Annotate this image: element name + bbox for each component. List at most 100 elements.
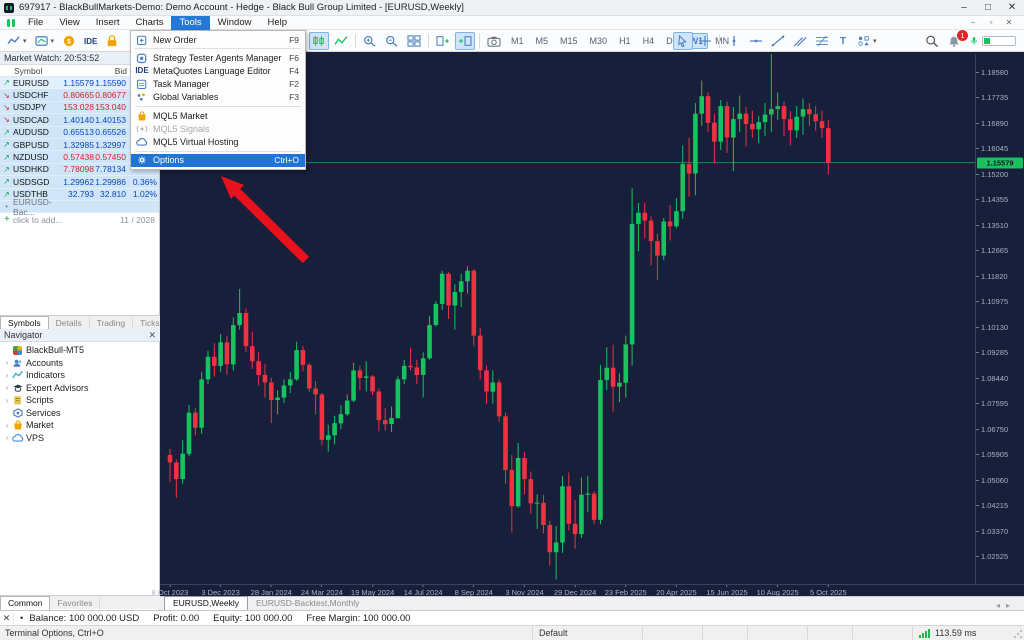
maximize-button[interactable]: □ <box>976 0 1000 16</box>
timeframe-h1[interactable]: H1 <box>614 33 636 49</box>
chart-tab-scroll-arrows[interactable]: ◂▸ <box>996 601 1016 610</box>
coin-button[interactable]: $ <box>59 32 79 50</box>
lock-button[interactable] <box>102 32 122 50</box>
timeframe-h4[interactable]: H4 <box>638 33 660 49</box>
click-to-add[interactable]: click to add... <box>13 215 63 225</box>
expander-icon[interactable]: › <box>3 358 11 367</box>
menu-insert[interactable]: Insert <box>88 16 128 30</box>
navigator-item-blackbull-mt5[interactable]: BlackBull-MT5 <box>0 344 160 357</box>
menu-item-global-variables[interactable]: Global VariablesF3 <box>131 91 305 104</box>
minimize-button[interactable]: – <box>952 0 976 16</box>
expander-icon[interactable]: › <box>3 371 11 380</box>
tab-details[interactable]: Details <box>49 317 90 329</box>
add-symbol-icon[interactable]: + <box>4 214 10 225</box>
line-chart-button[interactable] <box>331 32 351 50</box>
vps-status-button[interactable] <box>966 32 1019 50</box>
time-axis[interactable]: 8 Oct 20233 Dec 202328 Jan 202424 Mar 20… <box>160 584 1024 596</box>
navigator-item-scripts[interactable]: ›Scripts <box>0 394 160 407</box>
menu-window[interactable]: Window <box>210 16 260 30</box>
tab-common[interactable]: Common <box>0 596 50 610</box>
timeframe-m1[interactable]: M1 <box>506 33 529 49</box>
navigator-item-market[interactable]: ›Market <box>0 419 160 432</box>
navigator-item-expert-advisors[interactable]: ›Expert Advisors <box>0 382 160 395</box>
status-cell <box>702 626 747 640</box>
tab-favorites[interactable]: Favorites <box>50 597 100 609</box>
zoom-in-button[interactable] <box>360 32 380 50</box>
connection-status[interactable]: 113.59 ms <box>912 626 1024 640</box>
timeframe-m30[interactable]: M30 <box>585 33 613 49</box>
menu-item-strategy-tester-agents-manager[interactable]: Strategy Tester Agents ManagerF6 <box>131 51 305 64</box>
expander-icon[interactable]: › <box>3 383 11 392</box>
menu-item-new-order[interactable]: New OrderF9 <box>131 33 305 46</box>
bid-value: 1.15579 <box>60 78 94 88</box>
timeframe-m15[interactable]: M15 <box>555 33 583 49</box>
cursor-button[interactable] <box>673 32 693 50</box>
price-tick: 1.18580 <box>976 68 1024 76</box>
column-symbol[interactable]: Symbol <box>0 66 93 76</box>
ask-value: 32.810 <box>94 189 126 199</box>
menu-item-mql5-virtual-hosting[interactable]: MQL5 Virtual Hosting <box>131 135 305 148</box>
horizontal-line-button[interactable] <box>746 32 766 50</box>
chart-tab-eurusd-backtest-monthly[interactable]: EURUSD-Backtest,Monthly <box>248 597 367 610</box>
window-title: 697917 - BlackBullMarkets-Demo: Demo Acc… <box>19 2 464 13</box>
search-button[interactable] <box>922 32 942 50</box>
menu-item-metaquotes-language-editor[interactable]: IDEMetaQuotes Language EditorF4 <box>131 64 305 77</box>
line-chart-icon <box>334 35 348 47</box>
navigator-item-vps[interactable]: ›VPS <box>0 432 160 445</box>
ide-button[interactable]: IDE <box>81 32 100 50</box>
tab-trading[interactable]: Trading <box>90 317 134 329</box>
navigator-close-icon[interactable]: ✕ <box>148 330 156 341</box>
vertical-line-button[interactable] <box>724 32 744 50</box>
candlestick-button[interactable] <box>309 32 329 50</box>
expander-icon[interactable]: › <box>3 433 11 442</box>
column-bid[interactable]: Bid <box>93 66 127 76</box>
menu-view[interactable]: View <box>51 16 87 30</box>
expander-icon[interactable]: › <box>3 396 11 405</box>
navigator-item-indicators[interactable]: ›Indicators <box>0 369 160 382</box>
navigator-item-accounts[interactable]: ›Accounts <box>0 357 160 370</box>
menu-item-mql5-market[interactable]: MQL5 Market <box>131 109 305 122</box>
chart-minimize-button[interactable]: – <box>964 16 982 29</box>
shapes-button[interactable]: ▾ <box>854 32 880 50</box>
trend-down-icon: ↘ <box>0 103 13 112</box>
chart-profile-button[interactable]: ▾ <box>32 32 58 50</box>
status-hint: Terminal Options, Ctrl+O <box>0 628 532 638</box>
crosshair-button[interactable] <box>695 32 715 50</box>
timeframe-m5[interactable]: M5 <box>531 33 554 49</box>
menu-item-task-manager[interactable]: Task ManagerF2 <box>131 78 305 91</box>
chart-restore-button[interactable]: ▫ <box>982 16 1000 29</box>
symbol-label: USDCHF <box>13 90 60 100</box>
menu-help[interactable]: Help <box>259 16 295 30</box>
ask-value: 153.040 <box>94 102 126 112</box>
tile-windows-button[interactable] <box>404 32 424 50</box>
menu-item-options[interactable]: OptionsCtrl+O <box>131 154 305 167</box>
chart-type-button[interactable]: ▾ <box>4 32 30 50</box>
trendline-button[interactable] <box>768 32 788 50</box>
channel-button[interactable] <box>790 32 810 50</box>
chart-tab-eurusd-weekly[interactable]: EURUSD,Weekly <box>164 596 248 610</box>
market-watch-row-usdsgd[interactable]: ↗USDSGD1.299621.299860.36% <box>0 176 159 188</box>
profile-selector[interactable]: Default <box>532 626 642 640</box>
indent-right-button[interactable] <box>433 32 453 50</box>
trend-up-icon: ↗ <box>0 165 13 174</box>
close-button[interactable]: ✕ <box>1000 0 1024 16</box>
chart-close-button[interactable]: ✕ <box>1000 16 1018 29</box>
text-button[interactable]: T <box>834 32 852 50</box>
toolbox-close-icon[interactable]: ✕ <box>0 613 14 624</box>
resize-grip[interactable] <box>1013 629 1023 639</box>
zoom-out-button[interactable] <box>382 32 402 50</box>
market-watch-row-eurusdbac[interactable]: •EURUSD-Bac... <box>0 201 159 213</box>
menu-charts[interactable]: Charts <box>128 16 172 30</box>
menu-item-mql5-signals[interactable]: MQL5 Signals <box>131 122 305 135</box>
vertical-line-icon <box>727 35 741 47</box>
price-axis[interactable]: 1.185801.177351.168901.160451.152001.143… <box>975 54 1024 584</box>
navigator-item-services[interactable]: Services <box>0 407 160 420</box>
camera-button[interactable] <box>484 32 504 50</box>
notifications-button[interactable]: 1 <box>944 32 964 50</box>
menu-file[interactable]: File <box>20 16 51 30</box>
menu-tools[interactable]: Tools <box>171 16 209 30</box>
fibonacci-button[interactable] <box>812 32 832 50</box>
indent-left-button[interactable] <box>455 32 475 50</box>
expander-icon[interactable]: › <box>3 421 11 430</box>
tab-symbols[interactable]: Symbols <box>0 316 49 330</box>
